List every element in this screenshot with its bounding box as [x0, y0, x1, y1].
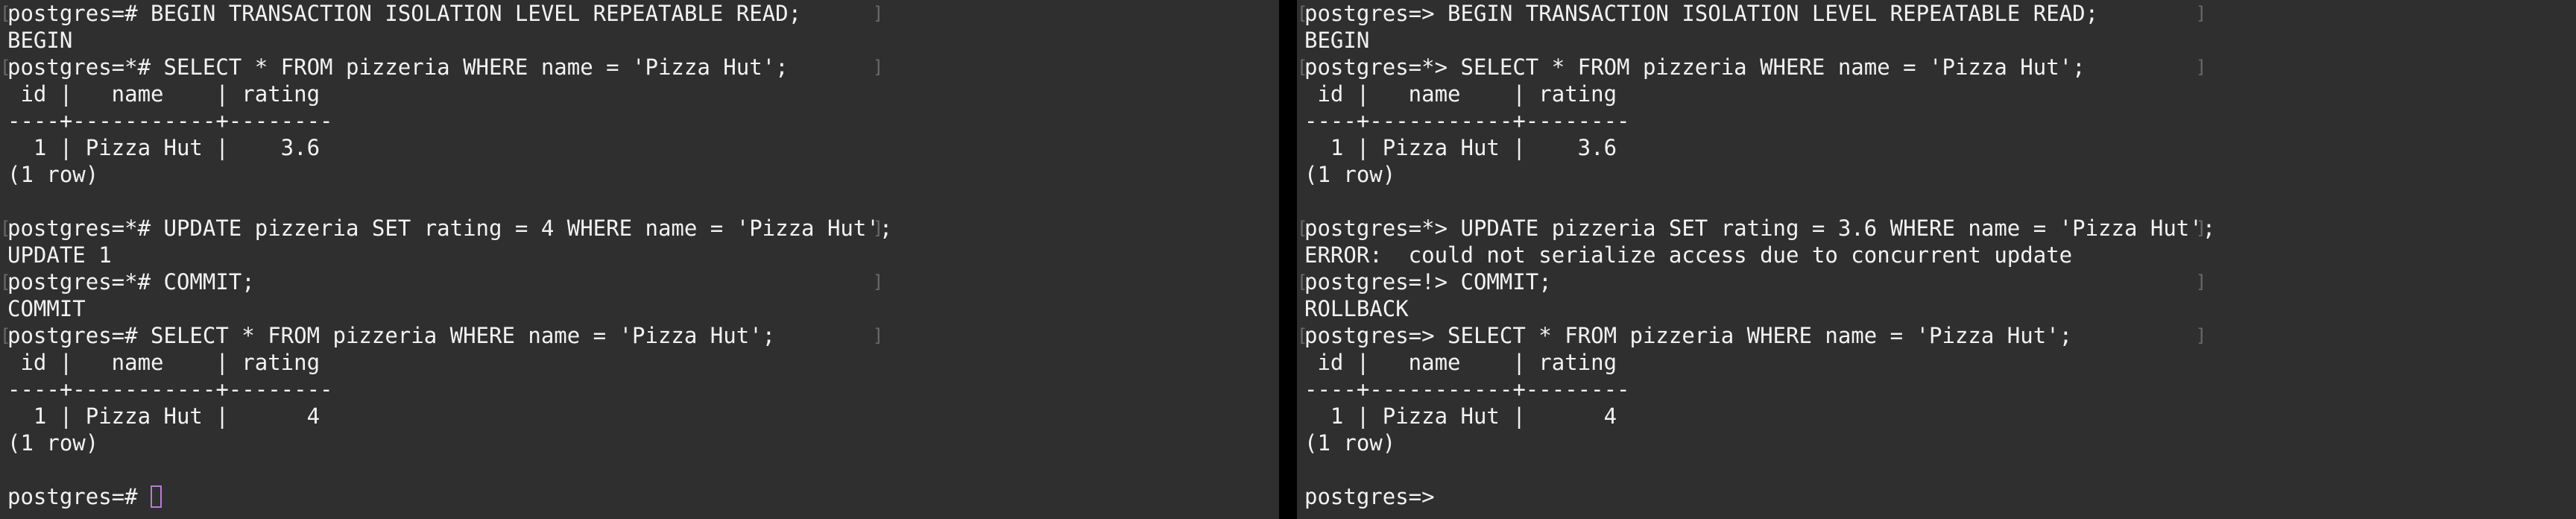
- line-mark-left: [: [0, 325, 11, 346]
- terminal-line-text: UPDATE 1: [7, 242, 112, 268]
- text-cursor: [151, 485, 162, 508]
- terminal-line-text: id | name | rating: [7, 350, 321, 375]
- terminal-line-text: ERROR: could not serialize access due to…: [1304, 242, 2073, 268]
- prompt-line[interactable]: postgres=#: [7, 483, 892, 510]
- terminal-line-text: ----+-----------+--------: [7, 377, 333, 402]
- line-mark-right: ]: [872, 218, 884, 239]
- line-mark-left: [: [0, 3, 11, 24]
- terminal-line-text: ROLLBACK: [1304, 296, 1409, 321]
- terminal-line: 1 | Pizza Hut | 3.6: [7, 134, 892, 161]
- terminal-line: (1 row): [1304, 161, 2215, 188]
- line-mark-right: ]: [2195, 218, 2207, 239]
- terminal-line: [postgres=> BEGIN TRANSACTION ISOLATION …: [1297, 0, 2215, 27]
- terminal-line-text: COMMIT: [7, 296, 86, 321]
- line-mark-right: ]: [2195, 3, 2207, 24]
- line-mark-right: ]: [2195, 57, 2207, 78]
- terminal-line: [postgres=!> COMMIT;]: [1297, 268, 2215, 295]
- line-mark-right: ]: [872, 57, 884, 78]
- terminal-line: [postgres=# BEGIN TRANSACTION ISOLATION …: [0, 0, 892, 27]
- terminal-line: 1 | Pizza Hut | 4: [7, 403, 892, 430]
- terminal-line-text: BEGIN: [1304, 28, 1370, 53]
- terminal-line: ERROR: could not serialize access due to…: [1304, 242, 2215, 268]
- split-terminal-window: [postgres=# BEGIN TRANSACTION ISOLATION …: [0, 0, 2576, 519]
- right-terminal-pane[interactable]: [postgres=> BEGIN TRANSACTION ISOLATION …: [1297, 0, 2576, 519]
- terminal-line: ----+-----------+--------: [7, 107, 892, 134]
- terminal-line-text: postgres=# BEGIN TRANSACTION ISOLATION L…: [7, 1, 802, 26]
- terminal-line: ----+-----------+--------: [7, 376, 892, 403]
- line-mark-right: ]: [872, 271, 884, 292]
- terminal-line: ----+-----------+--------: [1304, 107, 2215, 134]
- terminal-line-text: postgres=*> SELECT * FROM pizzeria WHERE…: [1304, 54, 2086, 80]
- terminal-line: id | name | rating: [7, 349, 892, 376]
- terminal-line: [postgres=*# COMMIT;]: [0, 268, 892, 295]
- terminal-line-text: 1 | Pizza Hut | 4: [1304, 403, 1617, 429]
- terminal-line-text: 1 | Pizza Hut | 3.6: [1304, 135, 1617, 160]
- terminal-line: (1 row): [7, 161, 892, 188]
- terminal-line: ROLLBACK: [1304, 295, 2215, 322]
- terminal-line: id | name | rating: [1304, 349, 2215, 376]
- shell-prompt: postgres=>: [1304, 484, 1448, 509]
- terminal-line-text: (1 row): [7, 430, 99, 456]
- left-terminal-pane[interactable]: [postgres=# BEGIN TRANSACTION ISOLATION …: [0, 0, 1279, 519]
- terminal-line-text: id | name | rating: [7, 81, 321, 107]
- terminal-line: [postgres=*> SELECT * FROM pizzeria WHER…: [1297, 54, 2215, 81]
- line-mark-left: [: [0, 57, 11, 78]
- terminal-line-text: 1 | Pizza Hut | 4: [7, 403, 321, 429]
- line-mark-right: ]: [872, 325, 884, 346]
- terminal-line-text: postgres=*> UPDATE pizzeria SET rating =…: [1304, 216, 2216, 241]
- terminal-line-text: postgres=!> COMMIT;: [1304, 269, 1552, 295]
- line-mark-right: ]: [2195, 325, 2207, 346]
- line-mark-right: ]: [872, 3, 884, 24]
- terminal-line: (1 row): [1304, 430, 2215, 456]
- line-mark-left: [: [1297, 3, 1308, 24]
- line-mark-left: [: [0, 271, 11, 292]
- terminal-line-text: (1 row): [1304, 430, 1396, 456]
- terminal-line: BEGIN: [1304, 27, 2215, 54]
- terminal-line-text: postgres=*# COMMIT;: [7, 269, 255, 295]
- terminal-line: [postgres=*# SELECT * FROM pizzeria WHER…: [0, 54, 892, 81]
- terminal-line-text: ----+-----------+--------: [7, 108, 333, 133]
- terminal-line: UPDATE 1: [7, 242, 892, 268]
- terminal-line-text: ----+-----------+--------: [1304, 108, 1630, 133]
- terminal-line: [postgres=> SELECT * FROM pizzeria WHERE…: [1297, 322, 2215, 349]
- terminal-line-text: postgres=*# UPDATE pizzeria SET rating =…: [7, 216, 893, 241]
- terminal-line: BEGIN: [7, 27, 892, 54]
- terminal-line: COMMIT: [7, 295, 892, 322]
- terminal-line-text: ----+-----------+--------: [1304, 377, 1630, 402]
- terminal-line-text: postgres=*# SELECT * FROM pizzeria WHERE…: [7, 54, 789, 80]
- terminal-line: id | name | rating: [1304, 81, 2215, 107]
- terminal-line-text: postgres=> BEGIN TRANSACTION ISOLATION L…: [1304, 1, 2099, 26]
- terminal-line: [postgres=# SELECT * FROM pizzeria WHERE…: [0, 322, 892, 349]
- prompt-line[interactable]: postgres=>: [1304, 483, 2215, 510]
- terminal-line: id | name | rating: [7, 81, 892, 107]
- terminal-line-text: postgres=> SELECT * FROM pizzeria WHERE …: [1304, 323, 2073, 348]
- terminal-line-text: BEGIN: [7, 28, 73, 53]
- terminal-line: ----+-----------+--------: [1304, 376, 2215, 403]
- line-mark-left: [: [0, 218, 11, 239]
- shell-prompt: postgres=#: [7, 484, 151, 509]
- terminal-line-text: 1 | Pizza Hut | 3.6: [7, 135, 321, 160]
- left-terminal-output: [postgres=# BEGIN TRANSACTION ISOLATION …: [0, 0, 893, 510]
- line-mark-left: [: [1297, 57, 1308, 78]
- terminal-line: [postgres=*> UPDATE pizzeria SET rating …: [1297, 215, 2216, 242]
- terminal-line-text: id | name | rating: [1304, 81, 1617, 107]
- terminal-line: [postgres=*# UPDATE pizzeria SET rating …: [0, 215, 893, 242]
- right-terminal-output: [postgres=> BEGIN TRANSACTION ISOLATION …: [1297, 0, 2216, 510]
- line-mark-left: [: [1297, 325, 1308, 346]
- line-mark-left: [: [1297, 271, 1308, 292]
- terminal-line-text: (1 row): [1304, 162, 1396, 187]
- terminal-line: 1 | Pizza Hut | 3.6: [1304, 134, 2215, 161]
- terminal-line-text: postgres=# SELECT * FROM pizzeria WHERE …: [7, 323, 776, 348]
- terminal-line: (1 row): [7, 430, 892, 456]
- line-mark-right: ]: [2195, 271, 2207, 292]
- terminal-line-text: (1 row): [7, 162, 99, 187]
- line-mark-left: [: [1297, 218, 1308, 239]
- terminal-line: 1 | Pizza Hut | 4: [1304, 403, 2215, 430]
- terminal-line-text: id | name | rating: [1304, 350, 1617, 375]
